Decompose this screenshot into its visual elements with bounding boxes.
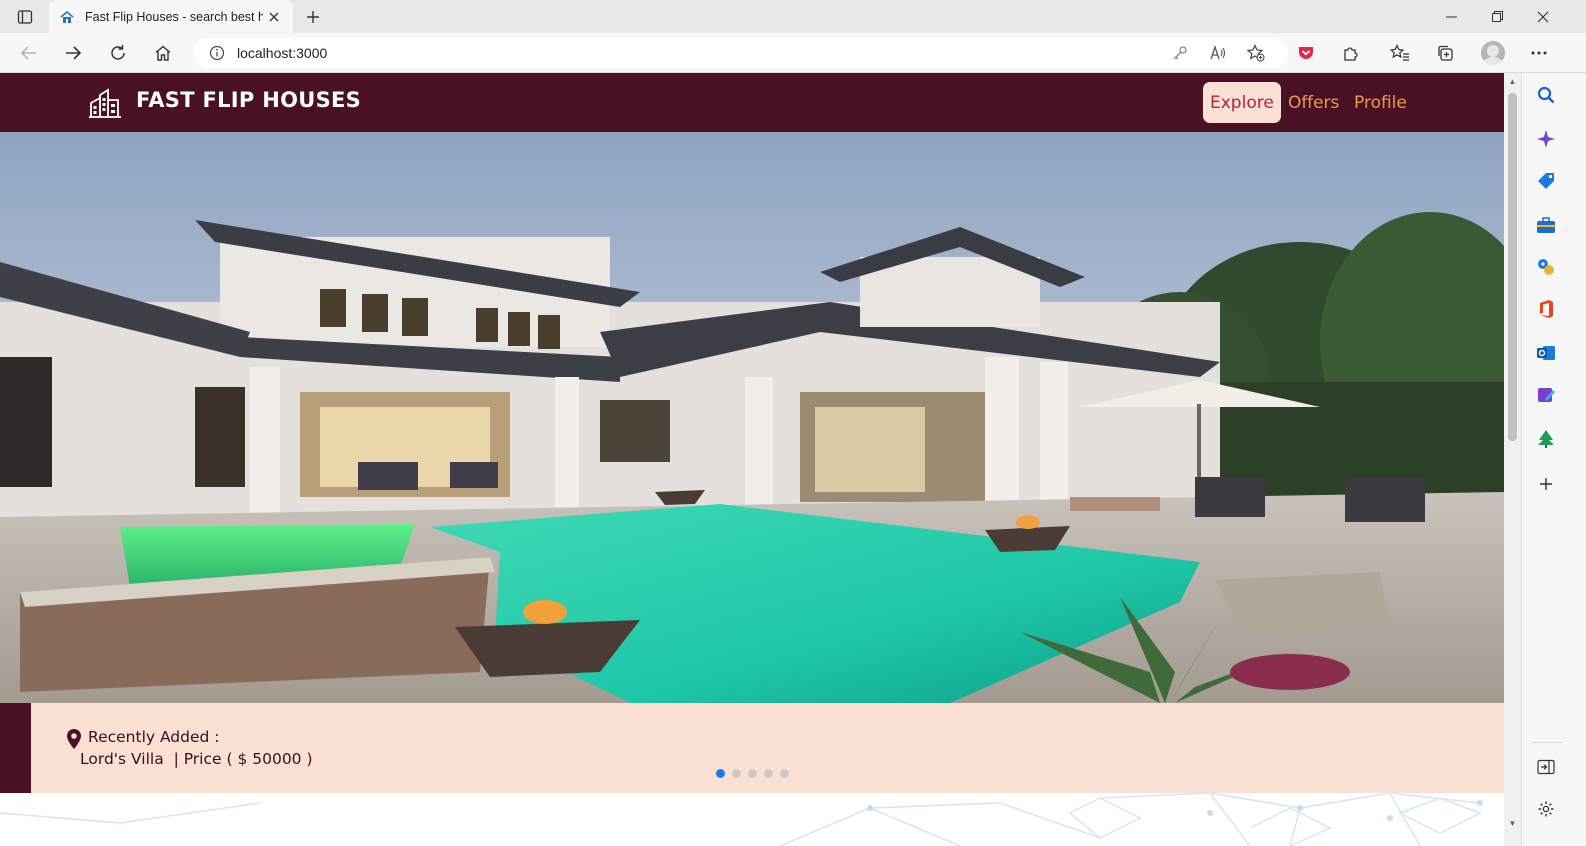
nav-explore[interactable]: Explore xyxy=(1203,82,1281,123)
outlook-icon[interactable] xyxy=(1532,339,1560,367)
url-text: localhost:3000 xyxy=(237,45,328,61)
pocket-extension-icon[interactable] xyxy=(1291,38,1321,68)
settings-gear-icon[interactable] xyxy=(1532,795,1560,823)
carousel-dot-1[interactable] xyxy=(716,769,725,778)
carousel-dot-3[interactable] xyxy=(748,769,757,778)
browser-toolbar: localhost:3000 xyxy=(0,33,1586,73)
new-tab-button[interactable] xyxy=(300,5,326,29)
page-viewport: FAST FLIP HOUSES Explore Offers Profile xyxy=(0,73,1504,846)
background-pattern xyxy=(0,793,1504,846)
tree-icon[interactable] xyxy=(1532,425,1560,453)
shopping-tag-icon[interactable] xyxy=(1532,167,1560,195)
house-favicon-icon xyxy=(59,9,75,25)
location-pin-icon xyxy=(67,729,81,749)
sidebar-divider xyxy=(1532,742,1562,743)
carousel-dots xyxy=(716,769,789,778)
read-aloud-icon[interactable] xyxy=(1204,38,1232,68)
close-window-icon[interactable] xyxy=(1520,0,1566,33)
add-sidebar-app-icon[interactable] xyxy=(1532,470,1560,498)
scroll-up-icon[interactable]: ▲ xyxy=(1508,77,1517,86)
carousel-dot-4[interactable] xyxy=(764,769,773,778)
brand-name[interactable]: FAST FLIP HOUSES xyxy=(136,88,361,112)
tab-actions-icon[interactable] xyxy=(12,6,38,28)
address-bar[interactable]: localhost:3000 xyxy=(193,38,1288,68)
villa-pool-photo xyxy=(0,132,1504,703)
hide-sidebar-icon[interactable] xyxy=(1532,753,1560,781)
designer-icon[interactable] xyxy=(1532,381,1560,409)
nav-offers[interactable]: Offers xyxy=(1281,82,1346,123)
recent-listing-text[interactable]: Lord's Villa | Price ( $ 50000 ) xyxy=(80,750,313,768)
page-scrollbar[interactable]: ▲ ▼ xyxy=(1504,73,1521,846)
site-info-icon[interactable] xyxy=(207,43,227,63)
tools-briefcase-icon[interactable] xyxy=(1532,211,1560,239)
carousel-slide-image[interactable] xyxy=(0,132,1504,703)
favorites-icon[interactable] xyxy=(1385,38,1415,68)
games-icon[interactable] xyxy=(1532,253,1560,281)
profile-avatar[interactable] xyxy=(1478,38,1508,68)
tab-title: Fast Flip Houses - search best ho xyxy=(85,9,263,24)
carousel-dot-5[interactable] xyxy=(780,769,789,778)
info-bar-accent xyxy=(0,703,31,793)
edge-sidebar xyxy=(1521,73,1586,846)
close-tab-icon[interactable] xyxy=(265,8,283,26)
office-icon[interactable] xyxy=(1532,295,1560,323)
collections-icon[interactable] xyxy=(1430,38,1460,68)
more-options-icon[interactable] xyxy=(1524,38,1554,68)
forward-arrow-icon[interactable] xyxy=(58,38,88,68)
browser-tab[interactable]: Fast Flip Houses - search best ho xyxy=(49,0,293,33)
nav-profile[interactable]: Profile xyxy=(1347,82,1414,123)
minimize-icon[interactable] xyxy=(1428,0,1474,33)
carousel-dot-2[interactable] xyxy=(732,769,741,778)
key-icon[interactable] xyxy=(1166,38,1194,68)
browser-titlebar: Fast Flip Houses - search best ho xyxy=(0,0,1586,33)
copilot-sparkle-icon[interactable] xyxy=(1532,125,1560,153)
add-favorite-icon[interactable] xyxy=(1242,38,1270,68)
recently-added-bar: Recently Added : Lord's Villa | Price ( … xyxy=(0,703,1504,793)
site-header: FAST FLIP HOUSES Explore Offers Profile xyxy=(0,73,1504,132)
home-icon[interactable] xyxy=(148,38,178,68)
building-logo-icon xyxy=(89,88,121,118)
refresh-icon[interactable] xyxy=(103,38,133,68)
search-icon[interactable] xyxy=(1532,81,1560,109)
restore-icon[interactable] xyxy=(1474,0,1520,33)
scrollbar-thumb[interactable] xyxy=(1508,93,1517,441)
scroll-down-icon[interactable]: ▼ xyxy=(1508,819,1517,828)
recently-added-label: Recently Added : xyxy=(88,728,220,746)
back-arrow-icon[interactable] xyxy=(14,38,44,68)
extensions-icon[interactable] xyxy=(1336,38,1366,68)
